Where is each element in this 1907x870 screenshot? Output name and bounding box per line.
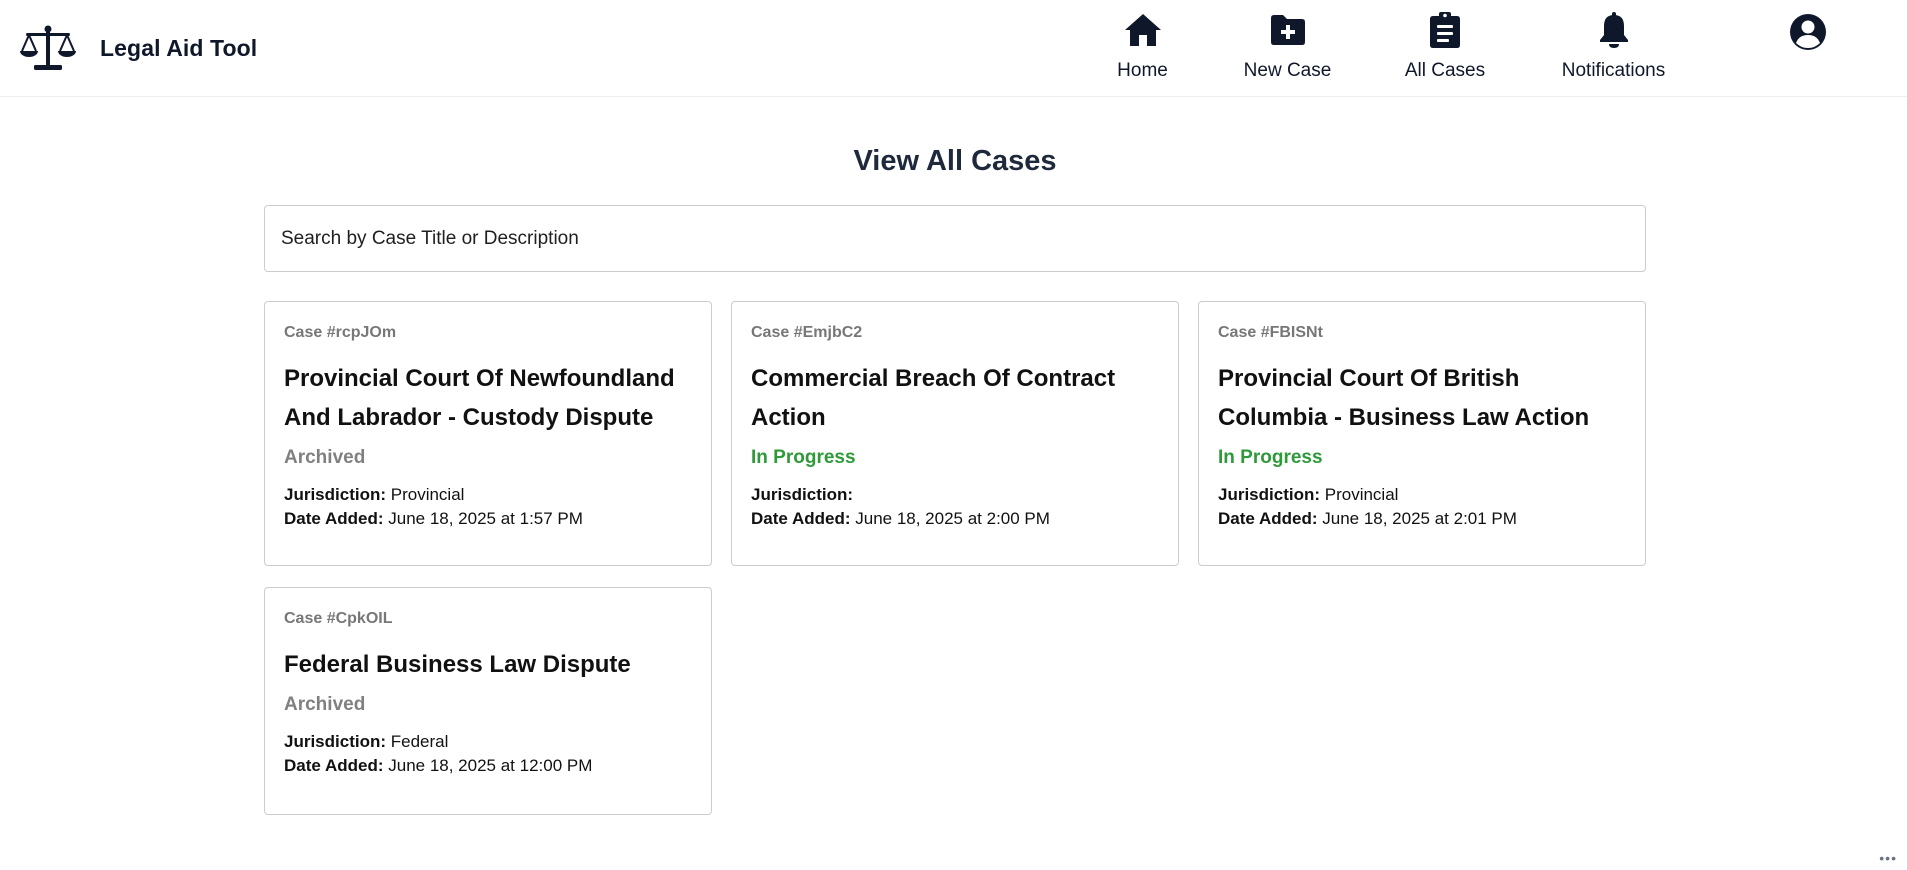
case-jurisdiction: Jurisdiction: bbox=[751, 483, 1159, 507]
date-added-label: Date Added: bbox=[284, 509, 384, 528]
case-status: In Progress bbox=[751, 447, 856, 468]
nav-all-cases-label: All Cases bbox=[1404, 60, 1486, 81]
jurisdiction-label: Jurisdiction: bbox=[751, 485, 854, 504]
jurisdiction-value: Provincial bbox=[390, 485, 465, 504]
case-id: Case #FBISNt bbox=[1218, 324, 1323, 341]
more-options-icon[interactable]: ••• bbox=[1879, 850, 1897, 866]
brand[interactable]: Legal Aid Tool bbox=[20, 22, 257, 74]
case-title: Commercial Breach Of Contract Action bbox=[751, 365, 1116, 431]
case-id: Case #EmjbC2 bbox=[751, 324, 863, 341]
case-id: Case #rcpJOm bbox=[284, 324, 397, 341]
case-date-added: Date Added: June 18, 2025 at 1:57 PM bbox=[284, 507, 692, 531]
date-added-label: Date Added: bbox=[751, 509, 851, 528]
jurisdiction-label: Jurisdiction: bbox=[1218, 485, 1321, 504]
date-added-label: Date Added: bbox=[284, 756, 384, 775]
nav-all-cases[interactable]: All Cases bbox=[1400, 10, 1490, 84]
case-status: Archived bbox=[284, 694, 366, 715]
bell-icon bbox=[1598, 10, 1630, 50]
case-date-added: Date Added: June 18, 2025 at 12:00 PM bbox=[284, 754, 692, 778]
date-added-value: June 18, 2025 at 12:00 PM bbox=[388, 756, 593, 775]
page-title: View All Cases bbox=[853, 145, 1057, 177]
case-status: In Progress bbox=[1218, 447, 1323, 468]
app-header: Legal Aid Tool Home New Case All Cases N… bbox=[0, 0, 1907, 97]
date-added-value: June 18, 2025 at 1:57 PM bbox=[388, 509, 583, 528]
case-card[interactable]: Case #FBISNt Provincial Court Of British… bbox=[1198, 301, 1646, 566]
case-jurisdiction: Jurisdiction: Provincial bbox=[1218, 483, 1626, 507]
folder-plus-icon bbox=[1269, 10, 1307, 50]
home-icon bbox=[1124, 10, 1162, 50]
jurisdiction-label: Jurisdiction: bbox=[284, 732, 387, 751]
nav-notifications[interactable]: Notifications bbox=[1556, 10, 1671, 84]
jurisdiction-value: Provincial bbox=[1324, 485, 1399, 504]
case-card[interactable]: Case #CpkOIL Federal Business Law Disput… bbox=[264, 587, 712, 815]
jurisdiction-value: Federal bbox=[390, 732, 449, 751]
user-circle-icon[interactable] bbox=[1788, 12, 1828, 52]
case-title: Provincial Court Of British Columbia - B… bbox=[1218, 365, 1590, 431]
scales-icon bbox=[20, 23, 76, 73]
nav-new-case[interactable]: New Case bbox=[1240, 10, 1335, 84]
case-card[interactable]: Case #EmjbC2 Commercial Breach Of Contra… bbox=[731, 301, 1179, 566]
clipboard-list-icon bbox=[1429, 10, 1461, 50]
case-title: Federal Business Law Dispute bbox=[284, 651, 631, 678]
case-status: Archived bbox=[284, 447, 366, 468]
jurisdiction-label: Jurisdiction: bbox=[284, 485, 387, 504]
nav-new-case-label: New Case bbox=[1243, 60, 1332, 81]
nav-home[interactable]: Home bbox=[1110, 10, 1175, 84]
case-date-added: Date Added: June 18, 2025 at 2:01 PM bbox=[1218, 507, 1626, 531]
case-jurisdiction: Jurisdiction: Federal bbox=[284, 730, 692, 754]
case-title: Provincial Court Of Newfoundland And Lab… bbox=[284, 365, 675, 431]
date-added-value: June 18, 2025 at 2:00 PM bbox=[855, 509, 1050, 528]
app-name: Legal Aid Tool bbox=[100, 34, 258, 61]
case-id: Case #CpkOIL bbox=[284, 610, 393, 627]
nav-home-label: Home bbox=[1117, 60, 1168, 81]
case-jurisdiction: Jurisdiction: Provincial bbox=[284, 483, 692, 507]
case-card[interactable]: Case #rcpJOm Provincial Court Of Newfoun… bbox=[264, 301, 712, 566]
search-input[interactable] bbox=[264, 205, 1646, 272]
date-added-label: Date Added: bbox=[1218, 509, 1318, 528]
case-date-added: Date Added: June 18, 2025 at 2:00 PM bbox=[751, 507, 1159, 531]
nav-notifications-label: Notifications bbox=[1561, 60, 1666, 81]
date-added-value: June 18, 2025 at 2:01 PM bbox=[1322, 509, 1517, 528]
